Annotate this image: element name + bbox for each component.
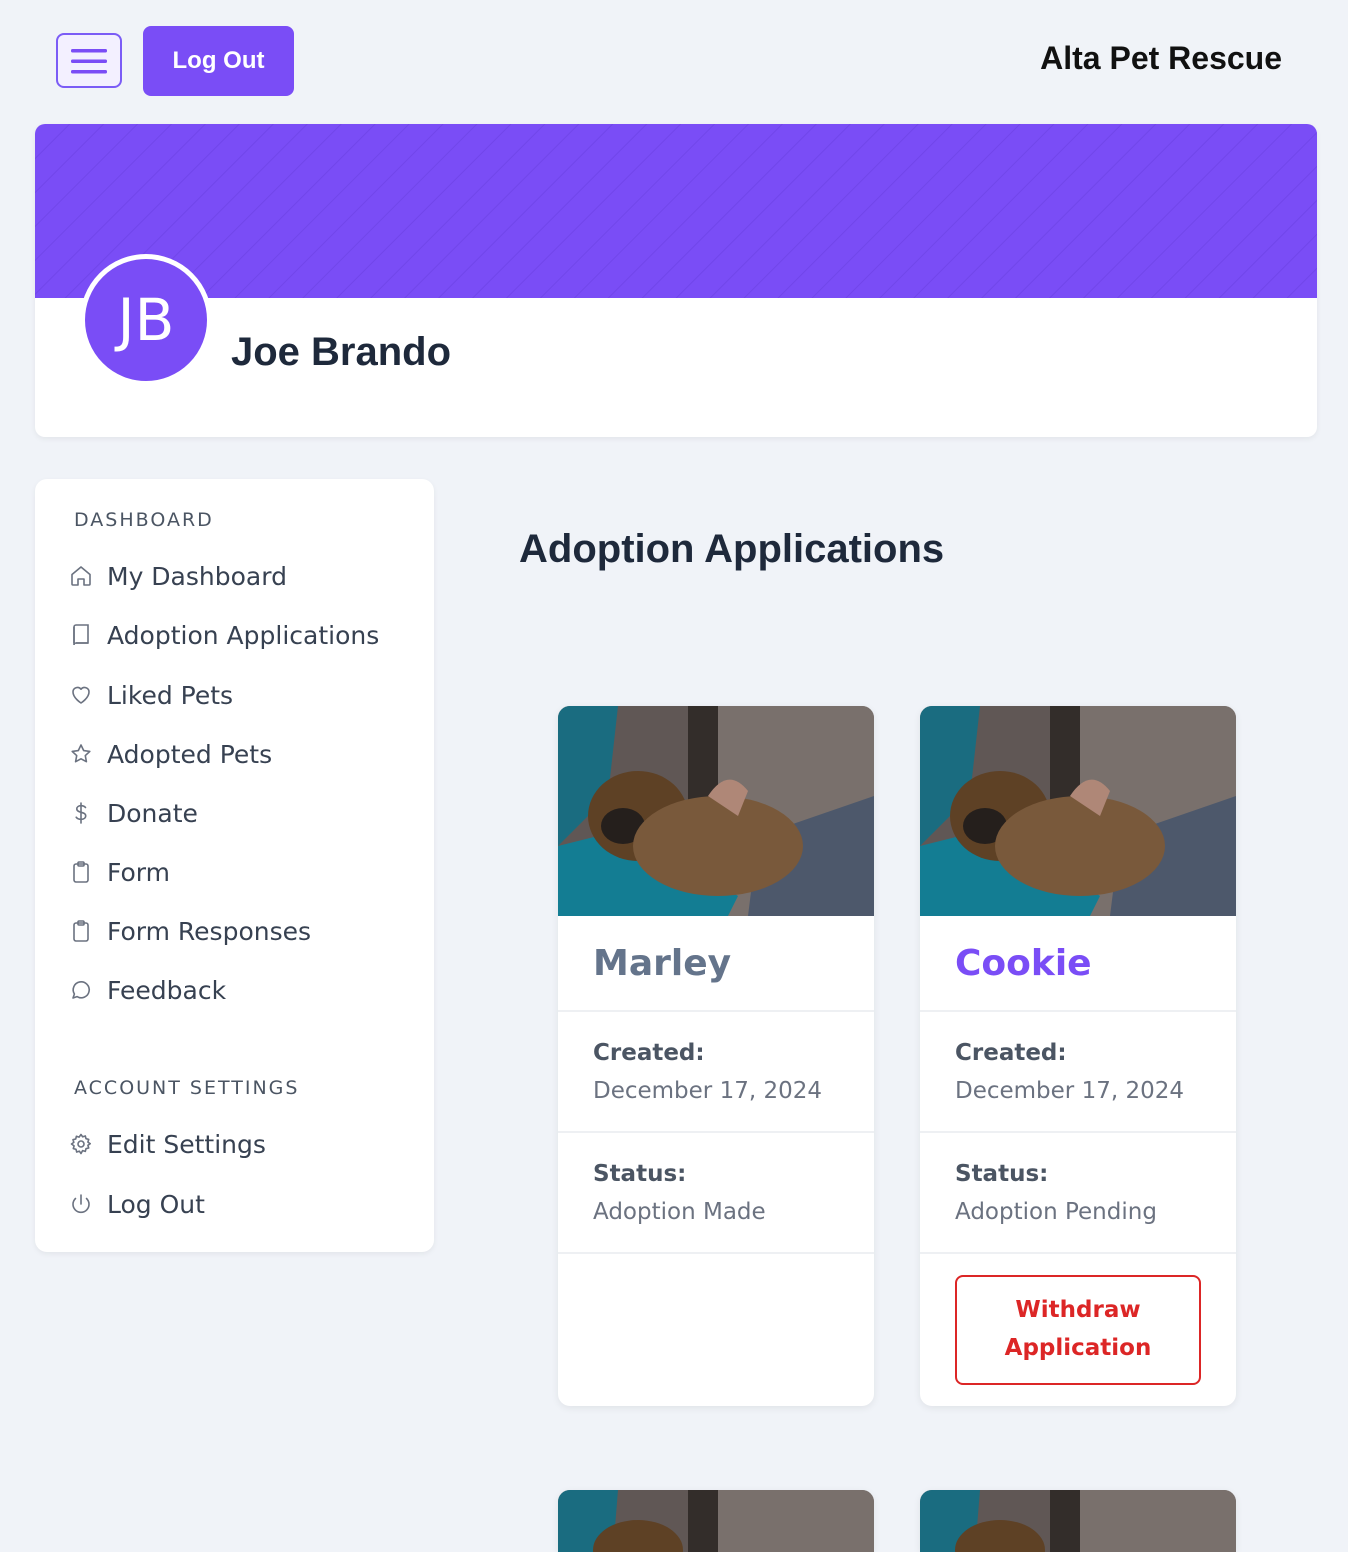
sidebar-item-liked-pets[interactable]: Liked Pets <box>67 675 407 715</box>
power-icon <box>67 1190 95 1218</box>
sidebar-item-label: Log Out <box>107 1189 205 1219</box>
application-card: Marley Created: December 17, 2024 Status… <box>558 706 874 1406</box>
banner-pattern <box>35 124 1317 298</box>
sidebar-item-label: Liked Pets <box>107 680 234 710</box>
status-label: Status: <box>593 1161 687 1187</box>
brand-name[interactable]: Alta Pet Rescue <box>1040 40 1282 77</box>
created-label: Created: <box>955 1040 1067 1066</box>
sidebar-item-label: Donate <box>107 798 198 828</box>
status-value: Adoption Pending <box>955 1199 1157 1225</box>
created-label: Created: <box>593 1040 705 1066</box>
clipboard-icon <box>67 917 95 945</box>
profile-card: JB Joe Brando <box>35 124 1317 437</box>
sidebar-item-log-out[interactable]: Log Out <box>67 1184 407 1224</box>
sidebar-heading-dashboard: DASHBOARD <box>74 509 214 531</box>
clipboard-icon <box>67 858 95 886</box>
page-title: Adoption Applications <box>519 527 945 571</box>
sidebar-item-label: Feedback <box>107 975 227 1005</box>
pet-photo[interactable] <box>920 706 1236 916</box>
application-card-partial <box>920 1490 1236 1552</box>
pet-name[interactable]: Cookie <box>920 916 1236 1012</box>
profile-name: Joe Brando <box>231 330 452 374</box>
sidebar-item-my-dashboard[interactable]: My Dashboard <box>67 556 407 596</box>
sidebar-item-adoption-applications[interactable]: Adoption Applications <box>67 615 407 655</box>
sidebar-item-label: Adoption Applications <box>107 620 380 650</box>
top-bar: Log Out Alta Pet Rescue <box>0 0 1348 120</box>
pet-photo-image[interactable] <box>920 1490 1236 1552</box>
sidebar-item-label: Adopted Pets <box>107 739 273 769</box>
sidebar-item-adopted-pets[interactable]: Adopted Pets <box>67 734 407 774</box>
star-icon <box>67 740 95 768</box>
pet-name[interactable]: Marley <box>558 916 874 1012</box>
status-label: Status: <box>955 1161 1049 1187</box>
created-value: December 17, 2024 <box>955 1078 1185 1104</box>
sidebar-item-form-responses[interactable]: Form Responses <box>67 911 407 951</box>
status-field: Status: Adoption Pending <box>920 1133 1236 1254</box>
application-card-partial <box>558 1490 874 1552</box>
created-field: Created: December 17, 2024 <box>558 1012 874 1133</box>
profile-banner <box>35 124 1317 298</box>
sidebar: DASHBOARD My Dashboard Adoption Applicat… <box>35 479 434 1252</box>
application-card: Cookie Created: December 17, 2024 Status… <box>920 706 1236 1406</box>
sidebar-item-label: Form <box>107 857 170 887</box>
sidebar-item-feedback[interactable]: Feedback <box>67 970 407 1010</box>
sidebar-heading-account-settings: ACCOUNT SETTINGS <box>74 1077 300 1099</box>
created-value: December 17, 2024 <box>593 1078 823 1104</box>
sidebar-item-label: My Dashboard <box>107 561 287 591</box>
created-field: Created: December 17, 2024 <box>920 1012 1236 1133</box>
logout-button[interactable]: Log Out <box>143 26 294 96</box>
pet-photo[interactable] <box>558 706 874 916</box>
pet-photo-image[interactable] <box>558 1490 874 1552</box>
sidebar-item-label: Form Responses <box>107 916 312 946</box>
heart-icon <box>67 681 95 709</box>
chat-bubble-icon <box>67 976 95 1004</box>
status-field: Status: Adoption Made <box>558 1133 874 1254</box>
home-icon <box>67 562 95 590</box>
sidebar-item-donate[interactable]: Donate <box>67 793 407 833</box>
dollar-icon <box>67 799 95 827</box>
withdraw-application-button[interactable]: Withdraw Application <box>955 1275 1201 1385</box>
pet-photo-image <box>558 706 874 916</box>
status-value: Adoption Made <box>593 1199 766 1225</box>
sidebar-item-form[interactable]: Form <box>67 852 407 892</box>
hamburger-menu-button[interactable] <box>56 33 122 88</box>
sidebar-item-edit-settings[interactable]: Edit Settings <box>67 1124 407 1164</box>
hamburger-icon <box>71 48 107 73</box>
gear-icon <box>67 1130 95 1158</box>
avatar: JB <box>80 254 212 386</box>
pet-photo-image <box>920 706 1236 916</box>
sidebar-item-label: Edit Settings <box>107 1129 266 1159</box>
book-icon <box>67 621 95 649</box>
